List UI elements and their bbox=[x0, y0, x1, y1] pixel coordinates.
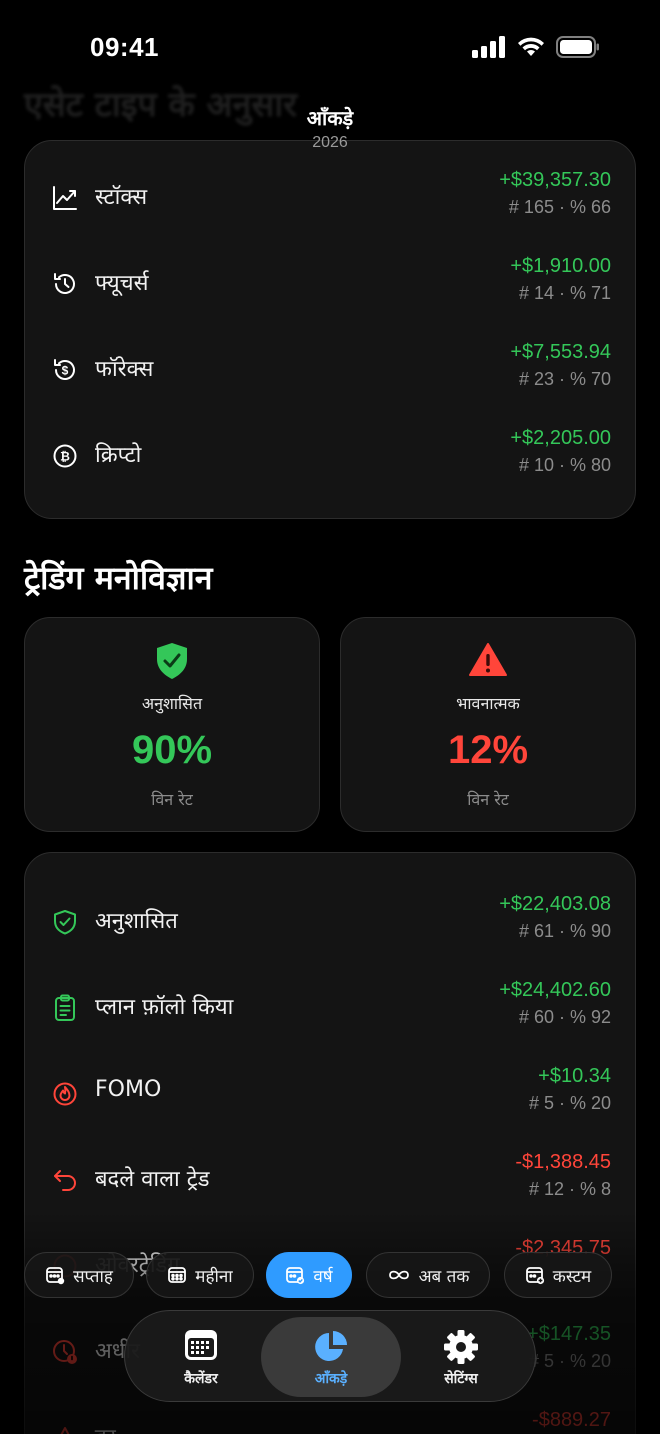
psy-row-plan-followed[interactable]: प्लान फ़ॉलो किया +$24,402.60 # 60 · % 92 bbox=[25, 969, 635, 1055]
asset-row-meta: # 10 · % 80 bbox=[518, 455, 611, 475]
psy-row-meta: # 61 · % 90 bbox=[518, 921, 611, 941]
disciplined-label: अनुशासित bbox=[141, 694, 203, 713]
tab-bar: कैलेंडर आँकड़े सेटिंग्स bbox=[124, 1310, 536, 1402]
psy-row-meta: # 5 · % 20 bbox=[528, 1351, 611, 1371]
page-subtitle-year: 2026 bbox=[312, 134, 348, 151]
svg-text:$: $ bbox=[62, 364, 69, 378]
asset-row-label: फॉरेक्स bbox=[95, 357, 154, 382]
wifi-icon bbox=[518, 37, 544, 56]
calendar-week-icon bbox=[46, 1267, 65, 1285]
filter-label: अब तक bbox=[418, 1266, 470, 1287]
tab-calendar[interactable]: कैलेंडर bbox=[131, 1317, 271, 1397]
clipboard-icon bbox=[51, 994, 79, 1022]
status-time: 09:41 bbox=[90, 32, 159, 62]
psy-row-label: डर bbox=[95, 1421, 116, 1434]
bitcoin-icon: ₿ bbox=[51, 442, 79, 470]
revenge-arrow-icon bbox=[51, 1166, 79, 1194]
asset-row-forex[interactable]: $ फॉरेक्स +$7,553.94 # 23 · % 70 bbox=[25, 331, 635, 417]
flame-icon bbox=[51, 1080, 79, 1108]
svg-text:₿: ₿ bbox=[60, 450, 70, 464]
page-title: आँकड़े bbox=[306, 106, 354, 130]
filter-year[interactable]: वर्ष bbox=[266, 1252, 352, 1298]
shield-check-icon bbox=[51, 908, 79, 936]
asset-row-value: +$39,357.30 bbox=[499, 169, 611, 191]
disciplined-win-rate: 90% bbox=[131, 728, 213, 772]
asset-row-label: स्टॉक्स bbox=[95, 185, 148, 210]
asset-row-stocks[interactable]: स्टॉक्स +$39,357.30 # 165 · % 66 bbox=[25, 159, 635, 245]
status-icons bbox=[472, 36, 600, 58]
asset-row-label: क्रिप्टो bbox=[95, 443, 142, 468]
emotional-card[interactable]: भावनात्मक 12% विन रेट bbox=[340, 617, 636, 832]
tab-stats[interactable]: आँकड़े bbox=[261, 1317, 401, 1397]
filter-custom[interactable]: कस्टम bbox=[504, 1252, 612, 1298]
tab-label: कैलेंडर bbox=[184, 1371, 218, 1387]
psy-row-value: -$889.27 bbox=[532, 1409, 611, 1431]
psy-row-label: प्लान फ़ॉलो किया bbox=[95, 995, 234, 1020]
shield-check-icon bbox=[25, 642, 319, 682]
tab-label: आँकड़े bbox=[314, 1371, 348, 1387]
asset-row-crypto[interactable]: ₿ क्रिप्टो +$2,205.00 # 10 · % 80 bbox=[25, 417, 635, 503]
asset-row-value: +$2,205.00 bbox=[510, 427, 611, 449]
psy-row-revenge-trade[interactable]: बदले वाला ट्रेड -$1,388.45 # 12 · % 8 bbox=[25, 1141, 635, 1227]
psy-row-label: अनुशासित bbox=[95, 909, 178, 934]
psy-row-label: FOMO bbox=[95, 1077, 162, 1102]
calendar-year-icon bbox=[286, 1267, 305, 1285]
history-icon bbox=[51, 270, 79, 298]
psy-row-fomo[interactable]: FOMO +$10.34 # 5 · % 20 bbox=[25, 1055, 635, 1141]
asset-row-value: +$7,553.94 bbox=[510, 341, 611, 363]
battery-icon bbox=[556, 36, 599, 58]
psy-row-meta: # 12 · % 8 bbox=[528, 1179, 611, 1199]
dollar-cycle-icon: $ bbox=[51, 356, 79, 384]
psy-row-value: +$22,403.08 bbox=[499, 893, 611, 915]
asset-row-meta: # 14 · % 71 bbox=[518, 283, 611, 303]
asset-row-futures[interactable]: फ्यूचर्स +$1,910.00 # 14 · % 71 bbox=[25, 245, 635, 331]
gear-icon bbox=[391, 1329, 531, 1365]
calendar-month-icon bbox=[168, 1267, 187, 1283]
section-title-psychology: ट्रेडिंग मनोविज्ञान bbox=[24, 559, 213, 597]
filter-label: सप्ताह bbox=[73, 1266, 113, 1287]
psy-row-value: +$24,402.60 bbox=[499, 979, 611, 1001]
tab-settings[interactable]: सेटिंग्स bbox=[391, 1317, 531, 1397]
filter-month[interactable]: महीना bbox=[146, 1252, 254, 1298]
disciplined-sub: विन रेट bbox=[151, 790, 193, 809]
emotional-win-rate: 12% bbox=[447, 728, 529, 772]
chart-line-icon bbox=[51, 184, 79, 212]
impatient-clock-icon bbox=[51, 1338, 79, 1366]
calendar-icon bbox=[131, 1329, 271, 1365]
filter-all-time[interactable]: अब तक bbox=[366, 1252, 490, 1298]
asset-row-value: +$1,910.00 bbox=[510, 255, 611, 277]
signal-icon bbox=[472, 36, 505, 58]
psy-row-value: -$1,388.45 bbox=[515, 1151, 611, 1173]
tab-label: सेटिंग्स bbox=[444, 1371, 478, 1387]
psy-row-label: बदले वाला ट्रेड bbox=[95, 1167, 210, 1192]
psy-row-fear[interactable]: डर -$889.27 bbox=[25, 1399, 635, 1434]
asset-types-card: स्टॉक्स +$39,357.30 # 165 · % 66 फ्यूचर्… bbox=[24, 140, 636, 519]
warning-icon bbox=[51, 1424, 79, 1434]
period-filter-bar: सप्ताह महीना वर्ष अब तक कस्टम bbox=[0, 1252, 660, 1298]
asset-row-label: फ्यूचर्स bbox=[95, 271, 149, 296]
pie-chart-icon bbox=[261, 1329, 401, 1365]
infinity-icon bbox=[388, 1270, 409, 1280]
filter-label: महीना bbox=[195, 1266, 233, 1287]
emotional-label: भावनात्मक bbox=[456, 694, 520, 713]
filter-label: कस्टम bbox=[552, 1266, 592, 1287]
status-bar: 09:41 bbox=[0, 0, 660, 100]
disciplined-card[interactable]: अनुशासित 90% विन रेट bbox=[24, 617, 320, 832]
psy-row-value: +$147.35 bbox=[527, 1323, 611, 1345]
filter-week[interactable]: सप्ताह bbox=[24, 1252, 134, 1298]
filter-label: वर्ष bbox=[313, 1266, 333, 1287]
emotional-sub: विन रेट bbox=[467, 790, 509, 809]
calendar-custom-icon bbox=[525, 1267, 544, 1285]
psy-row-disciplined[interactable]: अनुशासित +$22,403.08 # 61 · % 90 bbox=[25, 883, 635, 969]
psy-row-meta: # 60 · % 92 bbox=[518, 1007, 611, 1027]
asset-row-meta: # 165 · % 66 bbox=[508, 197, 611, 217]
warning-icon bbox=[341, 642, 635, 682]
asset-row-meta: # 23 · % 70 bbox=[518, 369, 611, 389]
psy-row-meta: # 5 · % 20 bbox=[528, 1093, 611, 1113]
psy-row-value: +$10.34 bbox=[538, 1065, 611, 1087]
